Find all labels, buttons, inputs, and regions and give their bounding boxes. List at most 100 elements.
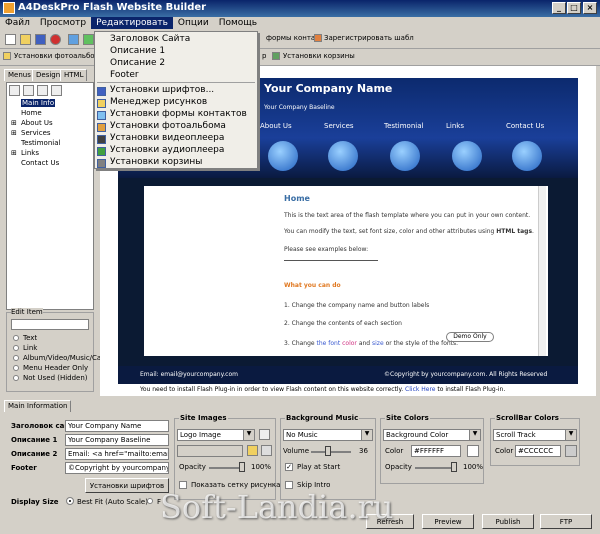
scrollbar-select[interactable]: Scroll Track ▼ — [493, 429, 577, 441]
expand-icon[interactable]: ⊞ — [11, 129, 17, 137]
menu-options[interactable]: Опции — [173, 17, 214, 29]
close-button[interactable]: × — [583, 2, 597, 14]
menu-view[interactable]: Просмотр — [35, 17, 91, 29]
volume-slider[interactable] — [325, 446, 331, 456]
site-title-field[interactable]: Your Company Name — [65, 420, 169, 432]
tree-item-about[interactable]: About Us — [21, 119, 53, 127]
info-icon[interactable] — [390, 141, 420, 171]
radio-album[interactable] — [13, 355, 19, 361]
display-best-fit-radio[interactable] — [66, 497, 74, 505]
menu-item-desc1[interactable]: Описание 1 — [110, 46, 165, 56]
scrollbar-color-swatch[interactable] — [565, 445, 577, 457]
ftp-button[interactable]: FTP — [540, 514, 592, 529]
site-images-select[interactable]: Logo Image ▼ — [177, 429, 255, 441]
tree-item-testimonial[interactable]: Testimonial — [21, 139, 60, 147]
footer-field[interactable]: ©Copyright by yourcompany.com. — [65, 462, 169, 474]
toolbar-cart[interactable]: Установки корзины — [283, 52, 355, 60]
maximize-button[interactable]: □ — [567, 2, 581, 14]
delete-image-icon[interactable] — [259, 429, 270, 440]
delete-item-icon[interactable] — [51, 85, 62, 96]
save-icon[interactable] — [35, 34, 46, 45]
tree-item-main-info[interactable]: Main Info — [21, 99, 56, 107]
menu-file[interactable]: Файл — [0, 17, 35, 29]
content-scrollbar[interactable] — [538, 186, 546, 356]
radio-text[interactable] — [13, 335, 19, 341]
edit-icon[interactable] — [261, 445, 272, 456]
tree-item-links[interactable]: Links — [21, 149, 39, 157]
tab-main-information[interactable]: Main Information — [4, 400, 72, 412]
site-color-field[interactable]: #FFFFFF — [411, 445, 461, 457]
flash-install-link[interactable]: Click Here — [405, 386, 435, 393]
footer-email: Email: email@yourcompany.com — [140, 371, 239, 378]
image-path-field[interactable] — [177, 445, 243, 457]
demo-only-badge: Demo Only — [446, 332, 494, 342]
site-colors-select[interactable]: Background Color ▼ — [383, 429, 481, 441]
expand-icon[interactable]: ⊞ — [11, 119, 17, 127]
menu-item-footer[interactable]: Footer — [110, 70, 139, 80]
expand-icon[interactable]: ⊞ — [11, 149, 17, 157]
tree-item-services[interactable]: Services — [21, 129, 51, 137]
menu-item-desc2[interactable]: Описание 2 — [110, 58, 165, 68]
menu-item-audio[interactable]: Установки аудиоплеера — [110, 145, 224, 155]
font-settings-button[interactable]: Установки шрифтов — [85, 478, 169, 493]
tree-item-home[interactable]: Home — [21, 109, 42, 117]
tab-html[interactable]: HTML — [60, 69, 88, 81]
open-icon[interactable] — [20, 34, 31, 45]
menu-item-video[interactable]: Установки видеоплеера — [110, 133, 224, 143]
preview-button[interactable]: Preview — [422, 514, 474, 529]
box-icon[interactable] — [268, 141, 298, 171]
undo-icon[interactable] — [68, 34, 79, 45]
minimize-button[interactable]: _ — [552, 2, 566, 14]
play-at-start-checkbox[interactable]: ✓ — [285, 463, 293, 471]
divider — [284, 260, 378, 261]
radio-link[interactable] — [13, 345, 19, 351]
tab-menus[interactable]: Menus — [4, 69, 35, 81]
color-opacity-track[interactable] — [415, 467, 455, 469]
stop-icon[interactable] — [50, 34, 61, 45]
display-fixed-radio[interactable] — [147, 498, 153, 504]
edit-item-icon[interactable] — [23, 85, 34, 96]
radio-menu-header[interactable] — [13, 365, 19, 371]
volume-track[interactable] — [311, 451, 351, 453]
toolbar-photoalbum[interactable]: Установки фотоальбо — [14, 52, 95, 60]
scrollbar-color-field[interactable]: #CCCCCC — [515, 445, 561, 457]
redo-icon[interactable] — [83, 34, 94, 45]
music-select[interactable]: No Music ▼ — [283, 429, 373, 441]
menu-help[interactable]: Помощь — [214, 17, 262, 29]
nav-about[interactable]: About Us — [260, 122, 292, 130]
nav-links[interactable]: Links — [446, 122, 464, 130]
menu-item-cart[interactable]: Установки корзины — [110, 157, 202, 167]
cart-icon — [272, 52, 280, 60]
edit-item-input[interactable] — [11, 319, 89, 330]
cursor-icon[interactable] — [512, 141, 542, 171]
site-colors-group: Site Colors Background Color ▼ Color #FFF… — [380, 414, 484, 484]
tree-item-contact[interactable]: Contact Us — [21, 159, 59, 167]
menu-item-site-title[interactable]: Заголовок Сайта — [110, 34, 190, 44]
desc1-field[interactable]: Your Company Baseline — [65, 434, 169, 446]
chevron-down-icon: ▼ — [565, 430, 576, 440]
color-opacity-slider[interactable] — [451, 462, 457, 472]
desc2-field[interactable]: Email: <a href="mailto:email@your — [65, 448, 169, 460]
publish-button[interactable]: Publish — [482, 514, 534, 529]
toolbar-register-template[interactable]: Зарегистрировать шабл — [324, 34, 414, 42]
menu-item-images[interactable]: Менеджер рисунков — [110, 97, 207, 107]
nav-testimonial[interactable]: Testimonial — [384, 122, 423, 130]
folder-icon[interactable] — [247, 445, 258, 456]
menu-item-fonts[interactable]: Установки шрифтов... — [110, 85, 214, 95]
add-item-icon[interactable] — [9, 85, 20, 96]
menu-item-album[interactable]: Установки фотоальбома — [110, 121, 226, 131]
move-item-icon[interactable] — [37, 85, 48, 96]
menu-edit[interactable]: Редактировать — [91, 17, 173, 29]
new-icon[interactable] — [5, 34, 16, 45]
toolbar-contact-form[interactable]: формы контак — [266, 34, 319, 42]
site-color-swatch[interactable] — [467, 445, 479, 457]
nav-services[interactable]: Services — [324, 122, 354, 130]
image-opacity-track[interactable] — [209, 467, 243, 469]
chevron-down-icon: ▼ — [361, 430, 372, 440]
person-icon[interactable] — [452, 141, 482, 171]
nav-contact[interactable]: Contact Us — [506, 122, 544, 130]
image-opacity-slider[interactable] — [239, 462, 245, 472]
people-icon[interactable] — [328, 141, 358, 171]
radio-not-used[interactable] — [13, 375, 19, 381]
menu-item-contact[interactable]: Установки формы контактов — [110, 109, 247, 119]
